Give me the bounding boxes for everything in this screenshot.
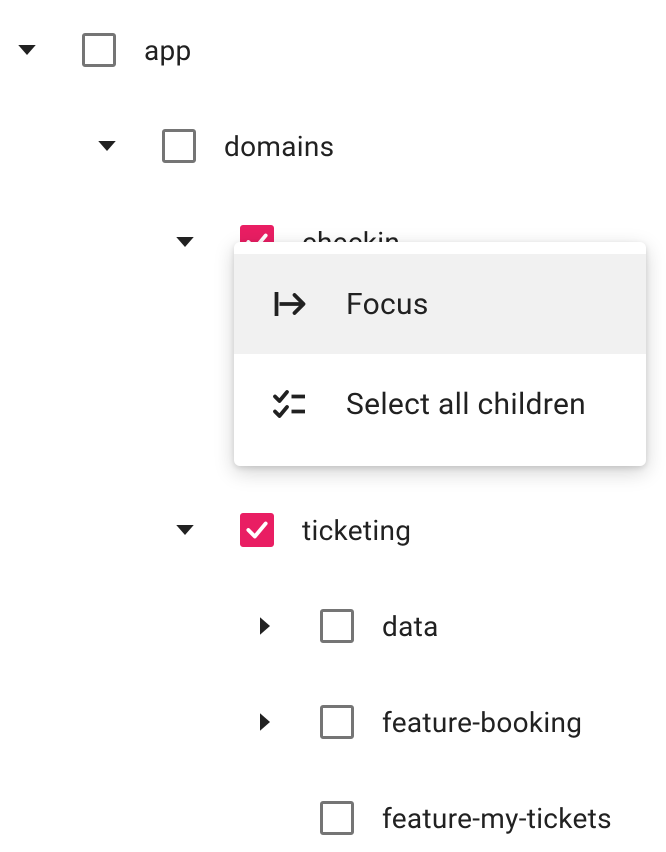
chevron-down-icon[interactable] [170, 227, 200, 257]
tree-row-ticketing[interactable]: ticketing [0, 506, 666, 554]
checkbox-feature-booking[interactable] [320, 705, 354, 739]
menu-label: Select all children [346, 387, 586, 422]
menu-label: Focus [346, 287, 429, 322]
tree-label: app [144, 34, 192, 67]
chevron-down-icon[interactable] [92, 131, 122, 161]
checkbox-data[interactable] [320, 609, 354, 643]
checkbox-app[interactable] [82, 33, 116, 67]
checkbox-ticketing[interactable] [240, 513, 274, 547]
checkbox-domains[interactable] [162, 129, 196, 163]
menu-item-select-all-children[interactable]: Select all children [234, 354, 646, 454]
tree-label: feature-booking [382, 706, 582, 739]
tree-row-app[interactable]: app [0, 26, 666, 74]
tree-row-domains[interactable]: domains [0, 122, 666, 170]
tree-label: domains [224, 130, 334, 163]
select-all-icon [270, 384, 310, 424]
checkbox-feature-my-tickets[interactable] [320, 801, 354, 835]
focus-icon [270, 284, 310, 324]
chevron-down-icon[interactable] [170, 515, 200, 545]
tree-label: feature-my-tickets [382, 802, 612, 835]
chevron-right-icon[interactable] [250, 611, 280, 641]
chevron-right-icon[interactable] [250, 707, 280, 737]
tree-label: data [382, 610, 439, 643]
tree-row-feature-booking[interactable]: feature-booking [0, 698, 666, 746]
tree-row-feature-my-tickets[interactable]: feature-my-tickets [0, 794, 666, 842]
context-menu: Focus Select all children [234, 242, 646, 466]
chevron-down-icon[interactable] [12, 35, 42, 65]
tree-label: ticketing [302, 514, 411, 547]
tree-row-data[interactable]: data [0, 602, 666, 650]
menu-item-focus[interactable]: Focus [234, 254, 646, 354]
